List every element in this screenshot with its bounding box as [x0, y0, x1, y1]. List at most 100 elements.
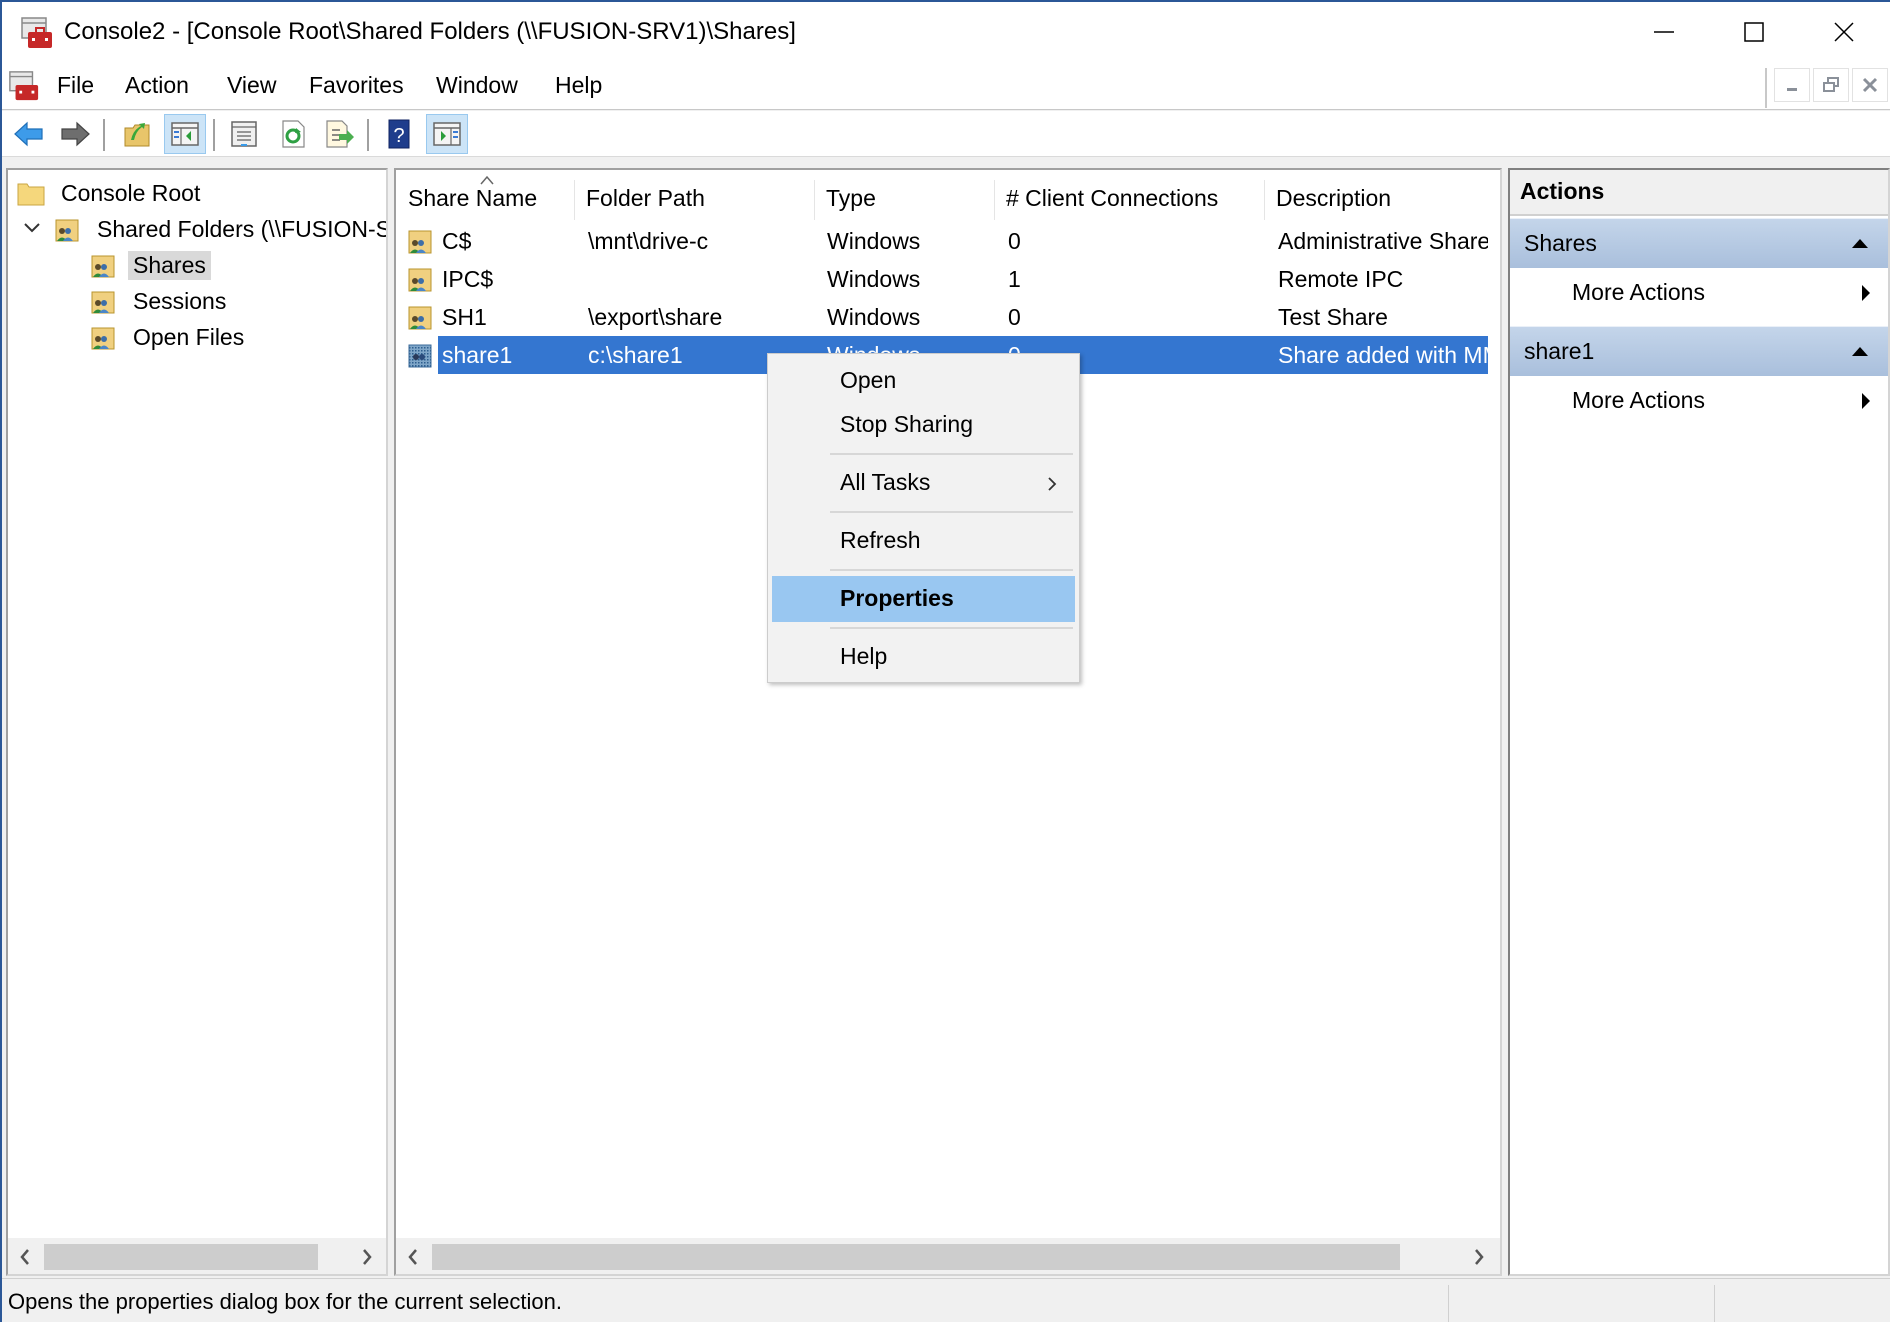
mmc-window: Console2 - [Console Root\Shared Folders … — [0, 0, 1890, 1322]
actions-pane-title: Actions — [1510, 170, 1888, 216]
title-bar: Console2 - [Console Root\Shared Folders … — [2, 2, 1890, 62]
column-header-share-name[interactable]: Share Name — [396, 178, 574, 218]
share-folder-icon — [408, 230, 432, 254]
menu-separator — [830, 569, 1073, 571]
context-menu-refresh[interactable]: Refresh — [772, 520, 1075, 562]
help-button[interactable]: ? — [378, 114, 420, 154]
mdi-restore-button[interactable] — [1813, 68, 1849, 102]
tree-item-open-files[interactable]: Open Files — [88, 320, 249, 354]
menu-favorites[interactable]: Favorites — [307, 72, 406, 99]
cell-client-connections: 0 — [1008, 228, 1021, 254]
tree-horizontal-scrollbar[interactable] — [8, 1238, 386, 1274]
chevron-right-icon — [363, 1249, 372, 1265]
status-text: Opens the properties dialog box for the … — [8, 1289, 562, 1314]
status-separator — [1714, 1285, 1715, 1322]
chevron-right-icon — [1048, 477, 1057, 491]
minimize-icon — [1787, 88, 1797, 91]
window-title: Console2 - [Console Root\Shared Folders … — [64, 18, 796, 45]
context-menu-all-tasks[interactable]: All Tasks — [772, 462, 1075, 504]
cell-share-name: IPC$ — [442, 266, 494, 292]
cell-folder-path: \export\share — [588, 304, 723, 330]
toolbar-separator — [213, 119, 215, 151]
chevron-down-icon[interactable] — [22, 218, 42, 238]
properties-button[interactable] — [223, 114, 265, 154]
tree-item-shared-folders[interactable]: Shared Folders (\\FUSION-S — [52, 212, 386, 246]
close-button[interactable] — [1798, 2, 1890, 62]
scroll-thumb[interactable] — [432, 1244, 1400, 1270]
column-header-description[interactable]: Description — [1264, 178, 1494, 218]
scroll-left-button[interactable] — [398, 1244, 428, 1270]
mdi-controls — [1765, 68, 1888, 108]
share-folder-icon — [408, 268, 432, 292]
action-group-label: Shares — [1524, 230, 1597, 256]
tree-item-sessions[interactable]: Sessions — [88, 284, 231, 318]
cell-description: Administrative Share — [1278, 228, 1488, 254]
share-folder-selected-icon — [408, 344, 432, 368]
menu-separator — [830, 453, 1073, 455]
context-menu-properties[interactable]: Properties — [772, 576, 1075, 622]
mdi-close-button[interactable] — [1852, 68, 1888, 102]
shares-icon — [91, 255, 115, 278]
cell-share-name: C$ — [442, 228, 472, 254]
maximize-button[interactable] — [1708, 2, 1800, 62]
chevron-right-icon — [1475, 1249, 1484, 1265]
collapse-up-icon[interactable] — [1850, 345, 1870, 357]
action-group-label: share1 — [1524, 338, 1595, 364]
maximize-icon — [1744, 22, 1764, 42]
mdi-minimize-button[interactable] — [1774, 68, 1810, 102]
shared-folder-icon — [55, 219, 79, 242]
table-row[interactable]: IPC$ Windows 1 Remote IPC — [396, 260, 1488, 298]
export-list-button[interactable] — [318, 114, 360, 154]
export-list-icon — [326, 120, 354, 148]
column-header-folder-path[interactable]: Folder Path — [574, 178, 814, 218]
restore-icon — [1823, 77, 1839, 92]
column-header-client-connections[interactable]: # Client Connections — [994, 178, 1264, 218]
menu-bar: File Action View Favorites Window Help — [2, 62, 1890, 110]
action-group-share1[interactable]: share1 — [1510, 326, 1888, 376]
cell-client-connections: 0 — [1008, 304, 1021, 330]
menu-file[interactable]: File — [55, 72, 96, 99]
column-header-type[interactable]: Type — [814, 178, 994, 218]
show-hide-console-tree-button[interactable] — [164, 114, 206, 154]
scroll-right-button[interactable] — [352, 1244, 382, 1270]
context-menu: Open Stop Sharing All Tasks Refresh Prop… — [767, 353, 1080, 683]
menu-window[interactable]: Window — [434, 72, 520, 99]
cell-share-name: share1 — [442, 342, 513, 368]
submenu-arrow-icon — [1862, 393, 1870, 409]
scroll-left-button[interactable] — [10, 1244, 40, 1270]
context-menu-help[interactable]: Help — [772, 636, 1075, 678]
show-hide-action-pane-button[interactable] — [426, 114, 468, 154]
sessions-icon — [91, 291, 115, 314]
up-one-level-button[interactable] — [116, 114, 158, 154]
cell-client-connections: 1 — [1008, 266, 1021, 292]
tree-item-shares[interactable]: Shares — [88, 248, 211, 282]
list-horizontal-scrollbar[interactable] — [396, 1238, 1500, 1274]
scroll-right-button[interactable] — [1464, 1244, 1494, 1270]
list-header: Share Name Folder Path Type # Client Con… — [396, 170, 1500, 220]
tree-item-label: Console Root — [61, 179, 201, 206]
menu-help[interactable]: Help — [553, 72, 604, 99]
menu-action[interactable]: Action — [123, 72, 191, 99]
table-row[interactable]: SH1 \export\share Windows 0 Test Share — [396, 298, 1488, 336]
table-row[interactable]: C$ \mnt\drive-c Windows 0 Administrative… — [396, 222, 1488, 260]
tree-item-console-root[interactable]: Console Root — [16, 176, 205, 210]
back-button[interactable] — [8, 114, 50, 154]
tree-item-label: Shares — [128, 250, 211, 280]
collapse-up-icon[interactable] — [1850, 237, 1870, 249]
refresh-button[interactable] — [272, 114, 314, 154]
console-tree-pane: Console Root Shared Folders (\\FUSION-S … — [6, 168, 388, 1276]
action-more-actions-share1[interactable]: More Actions — [1510, 376, 1888, 426]
context-menu-open[interactable]: Open — [772, 360, 1075, 402]
action-pane-icon — [433, 122, 461, 146]
forward-button[interactable] — [54, 114, 96, 154]
scroll-thumb[interactable] — [44, 1244, 318, 1270]
action-group-shares[interactable]: Shares — [1510, 218, 1888, 268]
action-more-actions-shares[interactable]: More Actions — [1510, 268, 1888, 318]
close-icon — [1834, 22, 1854, 42]
console-window-icon[interactable] — [8, 70, 40, 102]
context-menu-stop-sharing[interactable]: Stop Sharing — [772, 404, 1075, 446]
menu-view[interactable]: View — [225, 72, 278, 99]
tree-item-label: Sessions — [133, 287, 227, 314]
minimize-button[interactable] — [1618, 2, 1710, 62]
cell-type: Windows — [827, 228, 921, 254]
